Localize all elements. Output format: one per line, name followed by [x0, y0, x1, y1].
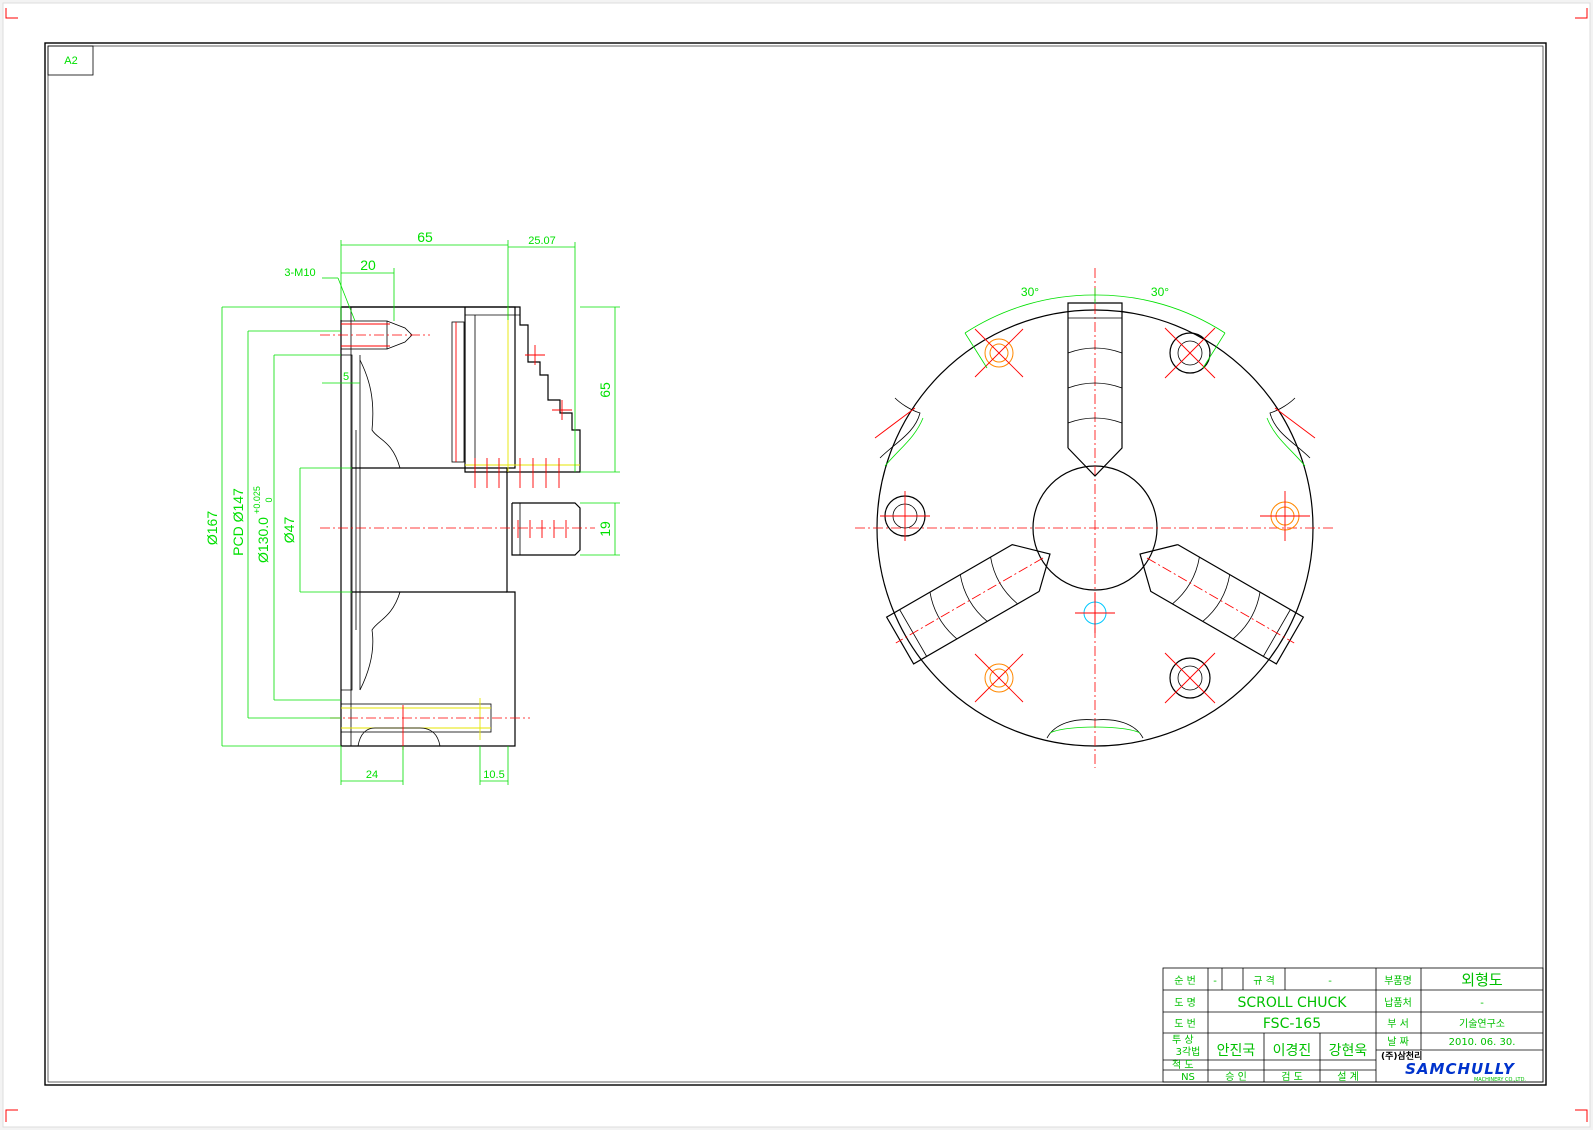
- tb-reviewer: 이경진: [1273, 1043, 1312, 1059]
- tb-val-date: 2010. 06. 30.: [1449, 1037, 1516, 1048]
- tb-val-projection: 3각법: [1176, 1046, 1201, 1058]
- tb-label-design: 설 계: [1337, 1071, 1359, 1083]
- dim-bottom-24: 24: [366, 769, 378, 781]
- tb-label-approve: 승 인: [1225, 1071, 1247, 1083]
- company-subtitle: MACHINERY CO.,LTD.: [1474, 1077, 1526, 1083]
- dim-hole-callout: 3-M10: [284, 267, 315, 279]
- dim-top-25-07: 25.07: [528, 235, 556, 247]
- tb-label-part: 부품명: [1384, 975, 1412, 987]
- dim-5: 5: [343, 371, 349, 383]
- tb-label-client: 납품처: [1384, 997, 1412, 1009]
- dim-right-65: 65: [597, 382, 613, 398]
- tb-val-dept: 기술연구소: [1459, 1018, 1505, 1030]
- tb-approver: 안진국: [1217, 1043, 1256, 1059]
- company-logo: SAMCHULLY: [1405, 1060, 1516, 1078]
- tb-label-projection: 투 상: [1172, 1034, 1194, 1046]
- tb-val-scale: NS: [1181, 1072, 1195, 1083]
- dim-angle-right: 30°: [1151, 285, 1169, 299]
- tb-val-part: 외형도: [1461, 971, 1503, 989]
- dim-130-tol-upper: +0.025: [252, 486, 262, 514]
- dim-angle-left: 30°: [1021, 285, 1039, 299]
- drawing-sheet: A2 65 25.07 20 3-M10 5 65 19 Ø167 PCD Ø1…: [0, 0, 1593, 1130]
- tb-designer: 강현욱: [1329, 1043, 1368, 1059]
- dim-47: Ø47: [281, 517, 297, 544]
- dim-right-19: 19: [597, 521, 613, 537]
- tb-val-number: FSC-165: [1263, 1016, 1321, 1032]
- tb-val-seq: -: [1213, 976, 1217, 987]
- tb-val-spec: -: [1328, 976, 1332, 987]
- tb-label-scale: 척 도: [1172, 1059, 1194, 1071]
- dim-130-tol-lower: 0: [264, 497, 274, 502]
- dim-130: Ø130.0: [255, 517, 271, 563]
- tb-label-number: 도 번: [1174, 1018, 1196, 1030]
- tb-label-seq: 순 번: [1174, 975, 1196, 987]
- tb-label-name: 도 명: [1174, 997, 1196, 1009]
- tb-label-date: 날 짜: [1387, 1036, 1409, 1048]
- dim-167: Ø167: [204, 511, 220, 545]
- tb-label-dept: 부 서: [1387, 1018, 1409, 1030]
- tb-val-name: SCROLL CHUCK: [1238, 995, 1348, 1011]
- tb-label-spec: 규 격: [1253, 974, 1275, 987]
- tb-label-review: 검 도: [1281, 1071, 1303, 1083]
- dim-20: 20: [360, 257, 376, 273]
- dim-bottom-10-5: 10.5: [483, 769, 504, 781]
- dim-top-65: 65: [417, 229, 433, 245]
- tb-val-client: -: [1480, 998, 1484, 1009]
- dim-pcd147: PCD Ø147: [230, 488, 246, 556]
- sheet-size-label: A2: [64, 55, 77, 67]
